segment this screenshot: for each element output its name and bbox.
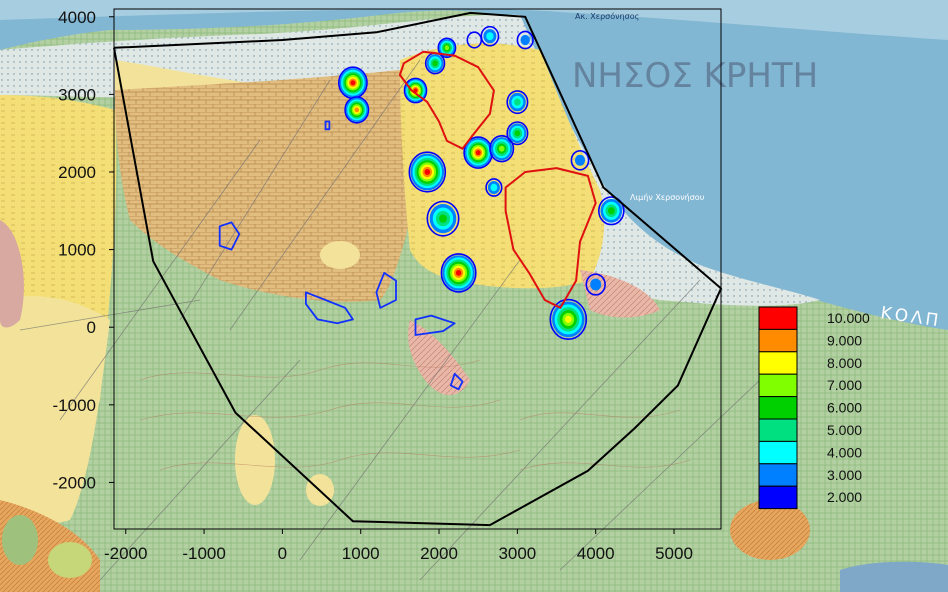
anomaly-level-3.000 xyxy=(590,278,602,291)
anomaly-2 xyxy=(426,200,460,237)
y-tick-label: 1000 xyxy=(58,241,96,260)
geologic-map: ΝΗΣΟΣ ΚΡΗΤΗ ΚΟΛΠ Λιμήν Χερσονήσου Ακ. Χε… xyxy=(0,0,948,592)
anomaly-level-3.000 xyxy=(520,34,530,46)
x-tick-label: -2000 xyxy=(104,544,147,563)
legend-label: 5.000 xyxy=(827,422,862,438)
legend-label: 9.000 xyxy=(827,332,862,348)
anomaly-level-10.000 xyxy=(350,80,356,86)
anomaly-level-10.000 xyxy=(424,169,431,176)
legend-swatch xyxy=(758,396,798,420)
legend-label: 10.000 xyxy=(827,310,870,326)
y-tick-label: 3000 xyxy=(58,85,96,104)
y-tick-label: 0 xyxy=(87,318,96,337)
island-label: ΝΗΣΟΣ ΚΡΗΤΗ xyxy=(572,56,818,96)
x-tick-label: 4000 xyxy=(577,544,615,563)
anomaly-level-6.000 xyxy=(514,130,521,137)
anomaly-level-9.000 xyxy=(354,107,360,113)
legend-swatch xyxy=(758,418,798,442)
y-tick-label: 4000 xyxy=(58,8,96,27)
legend-label: 4.000 xyxy=(827,444,862,460)
legend-swatch xyxy=(758,440,798,465)
y-tick-label: 2000 xyxy=(58,163,96,182)
anomaly-level-10.000 xyxy=(475,150,481,156)
x-tick-label: 1000 xyxy=(342,544,380,563)
anomaly-level-4.000 xyxy=(486,32,494,41)
y-tick-label: -2000 xyxy=(53,473,96,492)
legend-label: 2.000 xyxy=(827,489,862,505)
legend-label: 6.000 xyxy=(827,400,862,416)
anomaly-13 xyxy=(480,25,500,47)
legend-label: 7.000 xyxy=(827,377,862,393)
x-tick-label: 0 xyxy=(278,544,287,563)
anomaly-1 xyxy=(408,151,447,193)
legend-swatch xyxy=(758,306,798,330)
anomaly-level-6.000 xyxy=(432,60,438,67)
anomaly-8 xyxy=(337,66,368,99)
harbor-label: Λιμήν Χερσονήσου xyxy=(630,193,705,202)
y-tick-label: -1000 xyxy=(53,396,96,415)
anomaly-3 xyxy=(440,253,477,293)
anomaly-level-10.000 xyxy=(413,88,418,93)
legend-label: 8.000 xyxy=(827,355,862,371)
legend-swatch xyxy=(758,373,798,398)
anomaly-16 xyxy=(485,178,503,197)
anomaly-level-10.000 xyxy=(455,269,462,276)
x-tick-label: -1000 xyxy=(182,544,225,563)
anomaly-level-4.000 xyxy=(490,183,498,192)
anomaly-level-8.000 xyxy=(564,315,572,324)
anomaly-level-6.000 xyxy=(439,214,447,223)
x-tick-label: 5000 xyxy=(655,544,693,563)
legend-label: 3.000 xyxy=(827,467,862,483)
anomaly-9 xyxy=(344,96,370,124)
anomaly-level-6.000 xyxy=(607,207,615,215)
legend-swatch xyxy=(758,328,798,353)
anomaly-level-7.000 xyxy=(498,145,505,152)
cape-label: Ακ. Χερσόνησος xyxy=(575,11,639,21)
x-tick-label: 3000 xyxy=(498,544,536,563)
anomaly-6 xyxy=(506,121,529,146)
legend-swatch xyxy=(758,485,798,510)
anomaly-level-5.000 xyxy=(514,98,521,106)
anomaly-level-3.000 xyxy=(574,154,586,166)
x-tick-label: 2000 xyxy=(420,544,458,563)
legend-swatch xyxy=(758,463,798,487)
legend-swatch xyxy=(758,351,798,375)
anomaly-7 xyxy=(506,90,529,115)
anomaly-level-7.000 xyxy=(444,45,450,51)
